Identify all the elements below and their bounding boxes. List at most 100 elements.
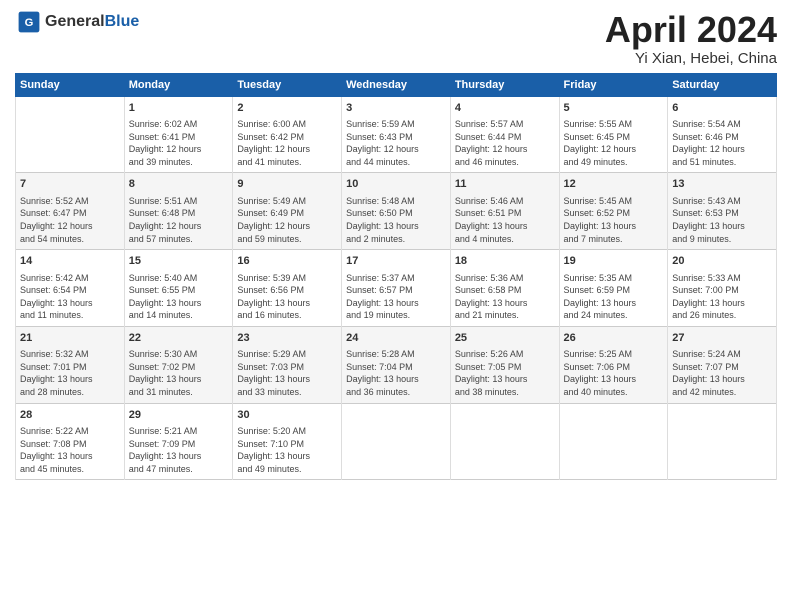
cell-info: Sunrise: 5:20 AM Sunset: 7:10 PM Dayligh… [237,425,337,475]
day-number: 15 [129,254,229,269]
day-number: 21 [20,331,120,346]
table-row: 15 Sunrise: 5:40 AM Sunset: 6:55 PM Dayli… [124,250,233,327]
table-row [342,403,451,480]
day-number: 18 [455,254,555,269]
location-title: Yi Xian, Hebei, China [605,50,777,67]
cell-info: Sunrise: 5:55 AM Sunset: 6:45 PM Dayligh… [564,118,664,168]
cell-info: Sunrise: 5:45 AM Sunset: 6:52 PM Dayligh… [564,195,664,245]
cell-info: Sunrise: 5:46 AM Sunset: 6:51 PM Dayligh… [455,195,555,245]
day-number: 3 [346,101,446,116]
cell-info: Sunrise: 5:29 AM Sunset: 7:03 PM Dayligh… [237,348,337,398]
day-number: 14 [20,254,120,269]
cell-info: Sunrise: 6:00 AM Sunset: 6:42 PM Dayligh… [237,118,337,168]
day-number: 26 [564,331,664,346]
col-header-thursday: Thursday [450,73,559,96]
col-header-saturday: Saturday [668,73,777,96]
day-number: 6 [672,101,772,116]
table-row: 5Sunrise: 5:55 AM Sunset: 6:45 PM Daylig… [559,96,668,173]
table-row: 10Sunrise: 5:48 AM Sunset: 6:50 PM Dayli… [342,173,451,250]
day-number: 22 [129,331,229,346]
table-row: 29 Sunrise: 5:21 AM Sunset: 7:09 PM Dayli… [124,403,233,480]
cell-info: Sunrise: 5:52 AM Sunset: 6:47 PM Dayligh… [20,195,120,245]
day-number: 12 [564,177,664,192]
table-row: 19 Sunrise: 5:35 AM Sunset: 6:59 PM Dayli… [559,250,668,327]
col-header-tuesday: Tuesday [233,73,342,96]
logo-general: General [45,13,105,30]
cell-info: Sunrise: 5:35 AM Sunset: 6:59 PM Dayligh… [564,272,664,322]
cell-info: Sunrise: 5:37 AM Sunset: 6:57 PM Dayligh… [346,272,446,322]
day-number: 29 [129,408,229,423]
cell-info: Sunrise: 5:40 AM Sunset: 6:55 PM Dayligh… [129,272,229,322]
table-row: 22 Sunrise: 5:30 AM Sunset: 7:02 PM Dayli… [124,326,233,403]
cell-info: Sunrise: 5:28 AM Sunset: 7:04 PM Dayligh… [346,348,446,398]
cell-info: Sunrise: 5:25 AM Sunset: 7:06 PM Dayligh… [564,348,664,398]
table-row: 17 Sunrise: 5:37 AM Sunset: 6:57 PM Dayli… [342,250,451,327]
cell-info: Sunrise: 5:54 AM Sunset: 6:46 PM Dayligh… [672,118,772,168]
table-row: 20 Sunrise: 5:33 AM Sunset: 7:00 PM Dayli… [668,250,777,327]
table-row: 2Sunrise: 6:00 AM Sunset: 6:42 PM Daylig… [233,96,342,173]
cell-info: Sunrise: 5:51 AM Sunset: 6:48 PM Dayligh… [129,195,229,245]
table-row: 24 Sunrise: 5:28 AM Sunset: 7:04 PM Dayli… [342,326,451,403]
table-row [559,403,668,480]
col-header-sunday: Sunday [16,73,125,96]
table-row: 23 Sunrise: 5:29 AM Sunset: 7:03 PM Dayli… [233,326,342,403]
cell-info: Sunrise: 5:21 AM Sunset: 7:09 PM Dayligh… [129,425,229,475]
table-row: 7 Sunrise: 5:52 AM Sunset: 6:47 PM Daylig… [16,173,125,250]
table-row: 28 Sunrise: 5:22 AM Sunset: 7:08 PM Dayli… [16,403,125,480]
table-row: 16 Sunrise: 5:39 AM Sunset: 6:56 PM Dayli… [233,250,342,327]
table-row: 13 Sunrise: 5:43 AM Sunset: 6:53 PM Dayli… [668,173,777,250]
logo: G GeneralBlue [15,10,139,34]
table-row: 25 Sunrise: 5:26 AM Sunset: 7:05 PM Dayli… [450,326,559,403]
col-header-monday: Monday [124,73,233,96]
day-number: 30 [237,408,337,423]
cell-info: Sunrise: 5:36 AM Sunset: 6:58 PM Dayligh… [455,272,555,322]
title-block: April 2024 Yi Xian, Hebei, China [605,10,777,67]
day-number: 28 [20,408,120,423]
cell-info: Sunrise: 6:02 AM Sunset: 6:41 PM Dayligh… [129,118,229,168]
col-header-friday: Friday [559,73,668,96]
day-number: 23 [237,331,337,346]
day-number: 13 [672,177,772,192]
logo-blue: Blue [105,13,140,30]
col-header-wednesday: Wednesday [342,73,451,96]
table-row: 12 Sunrise: 5:45 AM Sunset: 6:52 PM Dayli… [559,173,668,250]
table-row: 6 Sunrise: 5:54 AM Sunset: 6:46 PM Daylig… [668,96,777,173]
day-number: 20 [672,254,772,269]
table-row: 30 Sunrise: 5:20 AM Sunset: 7:10 PM Dayli… [233,403,342,480]
table-row: 9 Sunrise: 5:49 AM Sunset: 6:49 PM Daylig… [233,173,342,250]
cell-info: Sunrise: 5:30 AM Sunset: 7:02 PM Dayligh… [129,348,229,398]
table-row [668,403,777,480]
table-row: 8Sunrise: 5:51 AM Sunset: 6:48 PM Daylig… [124,173,233,250]
day-number: 16 [237,254,337,269]
cell-info: Sunrise: 5:22 AM Sunset: 7:08 PM Dayligh… [20,425,120,475]
svg-text:G: G [25,17,34,29]
table-row: 27 Sunrise: 5:24 AM Sunset: 7:07 PM Dayli… [668,326,777,403]
month-title: April 2024 [605,10,777,50]
cell-info: Sunrise: 5:57 AM Sunset: 6:44 PM Dayligh… [455,118,555,168]
day-number: 1 [129,101,229,116]
calendar-table: SundayMondayTuesdayWednesdayThursdayFrid… [15,73,777,481]
cell-info: Sunrise: 5:43 AM Sunset: 6:53 PM Dayligh… [672,195,772,245]
table-row [450,403,559,480]
table-row: 26 Sunrise: 5:25 AM Sunset: 7:06 PM Dayli… [559,326,668,403]
day-number: 17 [346,254,446,269]
day-number: 9 [237,177,337,192]
cell-info: Sunrise: 5:49 AM Sunset: 6:49 PM Dayligh… [237,195,337,245]
day-number: 25 [455,331,555,346]
table-row: 1 Sunrise: 6:02 AM Sunset: 6:41 PM Daylig… [124,96,233,173]
table-row: 4 Sunrise: 5:57 AM Sunset: 6:44 PM Daylig… [450,96,559,173]
day-number: 19 [564,254,664,269]
cell-info: Sunrise: 5:26 AM Sunset: 7:05 PM Dayligh… [455,348,555,398]
cell-info: Sunrise: 5:33 AM Sunset: 7:00 PM Dayligh… [672,272,772,322]
day-number: 24 [346,331,446,346]
day-number: 4 [455,101,555,116]
day-number: 27 [672,331,772,346]
table-row: 18 Sunrise: 5:36 AM Sunset: 6:58 PM Dayli… [450,250,559,327]
table-row [16,96,125,173]
cell-info: Sunrise: 5:24 AM Sunset: 7:07 PM Dayligh… [672,348,772,398]
day-number: 7 [20,177,120,192]
table-row: 14 Sunrise: 5:42 AM Sunset: 6:54 PM Dayli… [16,250,125,327]
table-row: 11Sunrise: 5:46 AM Sunset: 6:51 PM Dayli… [450,173,559,250]
cell-info: Sunrise: 5:42 AM Sunset: 6:54 PM Dayligh… [20,272,120,322]
cell-info: Sunrise: 5:39 AM Sunset: 6:56 PM Dayligh… [237,272,337,322]
